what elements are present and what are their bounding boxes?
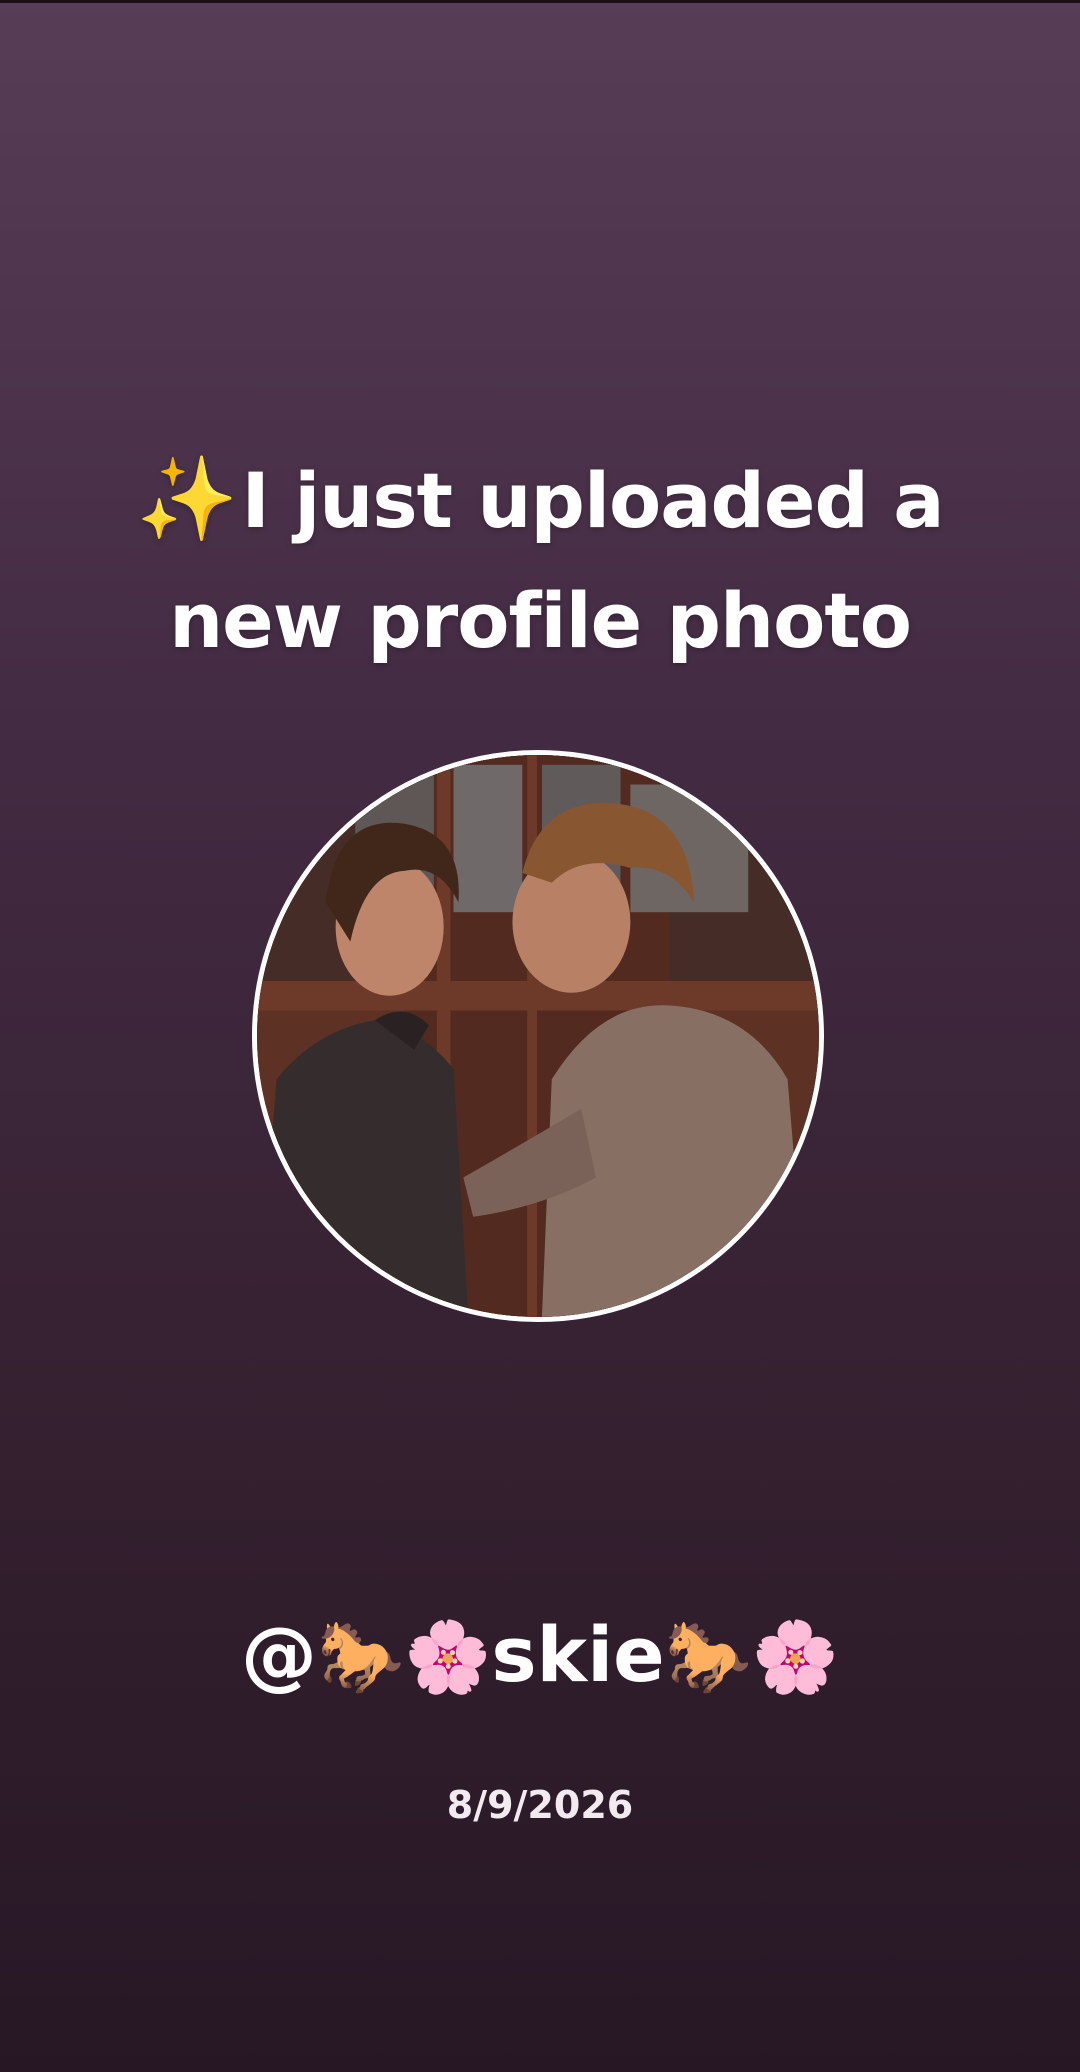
- profile-photo[interactable]: [252, 750, 824, 1322]
- username-at: @: [240, 1610, 317, 1699]
- horse-icon: 🐎: [664, 1616, 752, 1698]
- username-text: skie: [491, 1610, 665, 1699]
- profile-photo-image: [257, 755, 819, 1317]
- post-date: 8/9/2026: [446, 1783, 634, 1827]
- page-title-text: I just uploaded a new profile photo: [169, 456, 945, 665]
- cherry-blossom-icon: 🌸: [404, 1616, 492, 1698]
- username[interactable]: @🐎🌸skie🐎🌸: [0, 1600, 1080, 1712]
- page-title: ✨I just uploaded a new profile photo: [40, 440, 1040, 681]
- horse-icon: 🐎: [316, 1616, 405, 1698]
- top-divider: [0, 0, 1080, 3]
- cherry-blossom-icon: 🌸: [751, 1616, 840, 1698]
- sparkles-icon: ✨: [136, 452, 238, 547]
